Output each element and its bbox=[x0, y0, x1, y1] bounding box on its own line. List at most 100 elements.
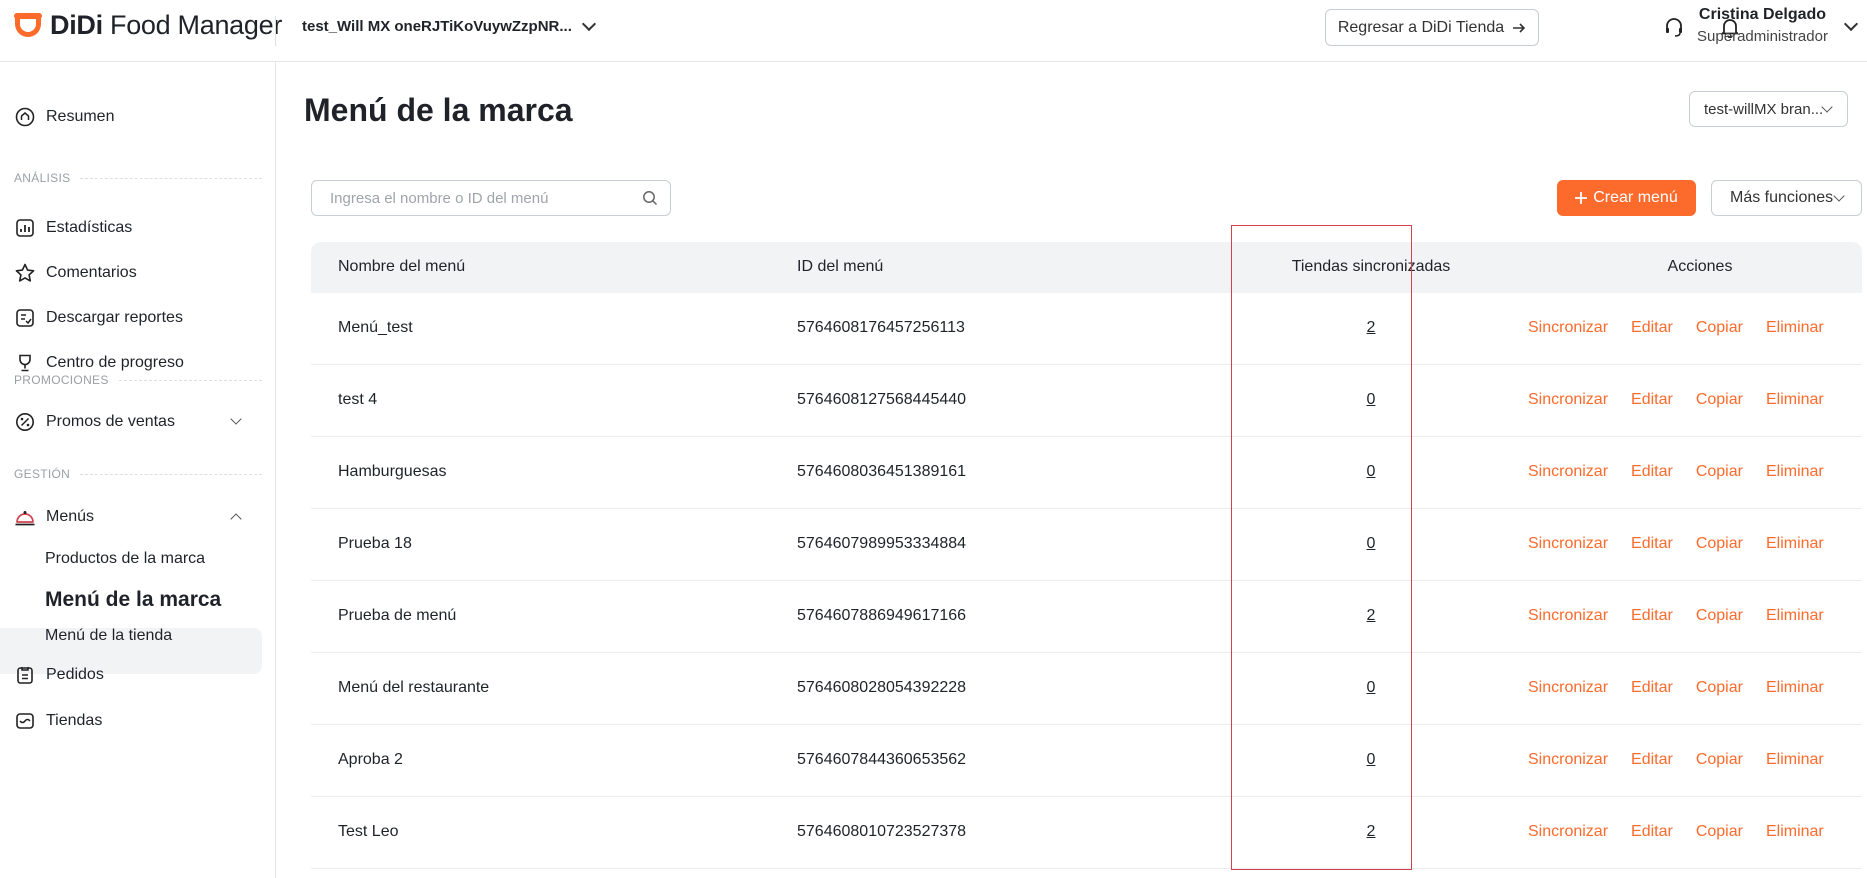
chevron-down-icon[interactable] bbox=[1843, 16, 1859, 32]
delete-button[interactable]: Eliminar bbox=[1766, 823, 1824, 841]
sync-button[interactable]: Sincronizar bbox=[1528, 391, 1608, 409]
menu-name: Prueba de menú bbox=[338, 607, 457, 624]
chevron-down-icon bbox=[1833, 190, 1845, 202]
didi-food-manager-logo[interactable]: DiDi Food Manager bbox=[14, 9, 282, 41]
edit-button[interactable]: Editar bbox=[1631, 535, 1673, 553]
copy-button[interactable]: Copiar bbox=[1696, 535, 1743, 553]
menu-id: 5764608010723527378 bbox=[797, 823, 967, 840]
delete-button[interactable]: Eliminar bbox=[1766, 607, 1824, 625]
synced-stores-link[interactable]: 0 bbox=[1311, 751, 1431, 769]
sidebar-subitem-productos-marca[interactable]: Productos de la marca bbox=[45, 550, 205, 568]
edit-button[interactable]: Editar bbox=[1631, 463, 1673, 481]
edit-button[interactable]: Editar bbox=[1631, 823, 1673, 841]
copy-button[interactable]: Copiar bbox=[1696, 463, 1743, 481]
sidebar-item-pedidos[interactable]: Pedidos bbox=[14, 658, 262, 692]
header-stores: Tiendas sincronizadas bbox=[1291, 258, 1451, 275]
delete-button[interactable]: Eliminar bbox=[1766, 535, 1824, 553]
copy-button[interactable]: Copiar bbox=[1696, 391, 1743, 409]
search-input[interactable] bbox=[312, 181, 632, 215]
menu-name: test 4 bbox=[338, 391, 378, 408]
star-icon bbox=[14, 262, 36, 284]
support-headset-icon[interactable] bbox=[1661, 14, 1687, 40]
header-name: Nombre del menú bbox=[338, 258, 466, 275]
sync-button[interactable]: Sincronizar bbox=[1528, 319, 1608, 337]
synced-stores-link[interactable]: 0 bbox=[1311, 535, 1431, 553]
sync-button[interactable]: Sincronizar bbox=[1528, 751, 1608, 769]
section-promociones: PROMOCIONES bbox=[14, 373, 262, 387]
delete-button[interactable]: Eliminar bbox=[1766, 751, 1824, 769]
synced-stores-link[interactable]: 2 bbox=[1311, 319, 1431, 337]
clipboard-icon bbox=[14, 664, 36, 686]
delete-button[interactable]: Eliminar bbox=[1766, 679, 1824, 697]
sidebar-item-label: Centro de progreso bbox=[46, 354, 184, 371]
menu-id: 5764607989953334884 bbox=[797, 535, 967, 552]
return-to-store-label: Regresar a DiDi Tienda bbox=[1337, 18, 1505, 36]
user-profile[interactable]: Cristina Delgado Superadministrador bbox=[1690, 6, 1835, 45]
section-gestion: GESTIÓN bbox=[14, 467, 262, 481]
sync-button[interactable]: Sincronizar bbox=[1528, 535, 1608, 553]
synced-stores-link[interactable]: 0 bbox=[1311, 463, 1431, 481]
sidebar-item-menus[interactable]: Menús bbox=[14, 500, 262, 534]
row-actions: Sincronizar Editar Copiar Eliminar bbox=[1528, 607, 1824, 625]
sidebar-item-label: Promos de ventas bbox=[46, 413, 175, 430]
more-functions-label: Más funciones bbox=[1730, 189, 1834, 206]
sidebar-item-descargar-reportes[interactable]: Descargar reportes bbox=[14, 301, 262, 335]
plus-icon bbox=[1575, 192, 1588, 204]
sync-button[interactable]: Sincronizar bbox=[1528, 463, 1608, 481]
copy-button[interactable]: Copiar bbox=[1696, 679, 1743, 697]
table-row: Menú_test 5764608176457256113 2 Sincroni… bbox=[311, 293, 1862, 365]
user-name: Cristina Delgado bbox=[1698, 6, 1827, 23]
sidebar-item-estadisticas[interactable]: Estadísticas bbox=[14, 211, 262, 245]
menu-table: Nombre del menú ID del menú Tiendas sinc… bbox=[311, 242, 1862, 869]
sidebar-item-label: Pedidos bbox=[46, 666, 104, 683]
header-id: ID del menú bbox=[797, 258, 884, 275]
edit-button[interactable]: Editar bbox=[1631, 391, 1673, 409]
sidebar-item-tiendas[interactable]: Tiendas bbox=[14, 704, 262, 738]
sidebar-item-resumen[interactable]: Resumen bbox=[14, 100, 262, 134]
synced-stores-link[interactable]: 0 bbox=[1311, 679, 1431, 697]
edit-button[interactable]: Editar bbox=[1631, 607, 1673, 625]
copy-button[interactable]: Copiar bbox=[1696, 751, 1743, 769]
sidebar-item-promos-ventas[interactable]: Promos de ventas bbox=[14, 405, 262, 439]
sidebar-subitem-menu-marca[interactable]: Menú de la marca bbox=[45, 588, 221, 612]
chevron-down-icon bbox=[230, 413, 242, 425]
delete-button[interactable]: Eliminar bbox=[1766, 391, 1824, 409]
menu-id: 5764608036451389161 bbox=[797, 463, 967, 480]
menu-name: Aproba 2 bbox=[338, 751, 403, 768]
menu-name: Hamburguesas bbox=[338, 463, 447, 480]
sidebar-item-label: Estadísticas bbox=[46, 219, 133, 236]
menu-id: 5764607886949617166 bbox=[797, 607, 967, 624]
row-actions: Sincronizar Editar Copiar Eliminar bbox=[1528, 751, 1824, 769]
edit-button[interactable]: Editar bbox=[1631, 751, 1673, 769]
create-menu-label: Crear menú bbox=[1593, 189, 1678, 206]
sidebar-item-label: Resumen bbox=[46, 108, 115, 125]
search-icon[interactable] bbox=[642, 190, 658, 211]
table-row: Prueba 18 5764607989953334884 0 Sincroni… bbox=[311, 509, 1862, 581]
search-box bbox=[311, 180, 671, 216]
more-functions-button[interactable]: Más funciones bbox=[1711, 180, 1862, 216]
header-actions: Acciones bbox=[1667, 258, 1733, 275]
create-menu-button[interactable]: Crear menú bbox=[1557, 180, 1696, 216]
brand-selector[interactable]: test-willMX bran... bbox=[1689, 91, 1848, 127]
return-to-store-button[interactable]: Regresar a DiDi Tienda bbox=[1325, 9, 1539, 46]
sync-button[interactable]: Sincronizar bbox=[1528, 607, 1608, 625]
sidebar-item-comentarios[interactable]: Comentarios bbox=[14, 256, 262, 290]
synced-stores-link[interactable]: 0 bbox=[1311, 391, 1431, 409]
synced-stores-link[interactable]: 2 bbox=[1311, 823, 1431, 841]
copy-button[interactable]: Copiar bbox=[1696, 607, 1743, 625]
logo-text: DiDi Food Manager bbox=[50, 9, 283, 40]
sync-button[interactable]: Sincronizar bbox=[1528, 679, 1608, 697]
delete-button[interactable]: Eliminar bbox=[1766, 319, 1824, 337]
sidebar-subitem-menu-tienda[interactable]: Menú de la tienda bbox=[45, 627, 172, 645]
row-actions: Sincronizar Editar Copiar Eliminar bbox=[1528, 823, 1824, 841]
copy-button[interactable]: Copiar bbox=[1696, 319, 1743, 337]
sync-button[interactable]: Sincronizar bbox=[1528, 823, 1608, 841]
table-header: Nombre del menú ID del menú Tiendas sinc… bbox=[311, 242, 1862, 293]
edit-button[interactable]: Editar bbox=[1631, 679, 1673, 697]
edit-button[interactable]: Editar bbox=[1631, 319, 1673, 337]
store-selector[interactable]: test_Will MX oneRJTiKoVuywZzpNR... bbox=[302, 14, 596, 38]
row-actions: Sincronizar Editar Copiar Eliminar bbox=[1528, 463, 1824, 481]
delete-button[interactable]: Eliminar bbox=[1766, 463, 1824, 481]
synced-stores-link[interactable]: 2 bbox=[1311, 607, 1431, 625]
copy-button[interactable]: Copiar bbox=[1696, 823, 1743, 841]
